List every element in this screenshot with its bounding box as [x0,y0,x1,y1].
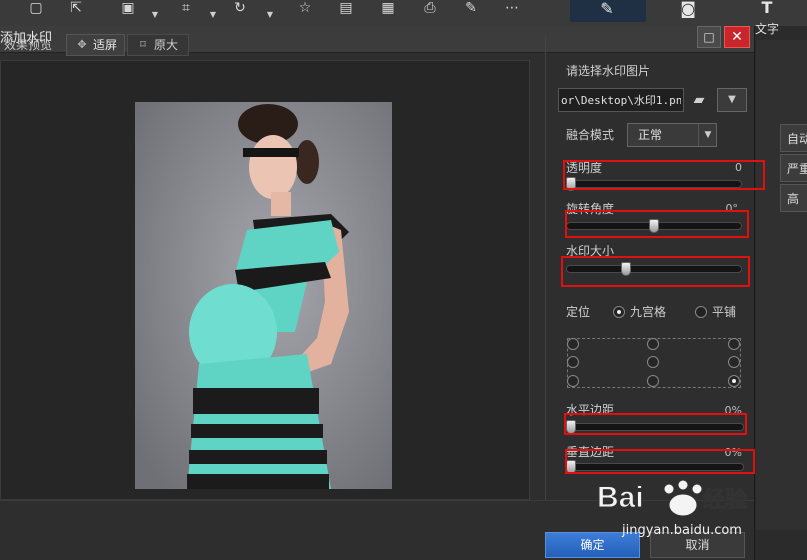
chevron-down-icon[interactable]: ▼ [151,11,159,19]
preview-label: 效果预览 [4,38,53,52]
grid-position-bottom-left[interactable] [567,375,579,387]
rotation-highlight [565,210,749,238]
original-size-button[interactable]: ⌑ 原大 [127,34,189,56]
chevron-down-icon[interactable]: ▼ [266,11,274,19]
star-icon[interactable]: ☆ [295,0,315,16]
camera-icon[interactable]: ◙ [672,0,704,18]
chevron-down-icon: ▼ [698,124,717,146]
baidu-logo-graphic: Bai 经验 [597,479,748,517]
grid-position-top-right[interactable] [728,338,740,350]
panel-divider [545,36,546,506]
history-dropdown-button[interactable]: ▼ [717,88,747,112]
more-icon[interactable]: ⋯ [502,0,522,16]
grid-position-top-left[interactable] [567,338,579,350]
save-icon[interactable]: ▢ [26,0,46,16]
fit-screen-icon: ✥ [77,38,87,51]
folder-icon[interactable]: ▰ [688,90,710,110]
grid-position-bottom-center[interactable] [647,375,659,387]
preview-photo [135,102,392,489]
grid-position-middle-center[interactable] [647,356,659,368]
vertical-margin-highlight [565,449,755,474]
close-button[interactable]: ✕ [724,26,750,48]
blend-mode-label: 融合模式 [566,128,615,142]
text-tool-icon[interactable]: T [756,0,778,16]
position-tile-radio[interactable] [695,306,707,318]
background-panel: 自动 严重 高 [756,40,807,530]
rotate-icon[interactable]: ↻ [230,0,250,16]
position-tile-label[interactable]: 平铺 [712,304,736,320]
edit-pen-icon[interactable]: ✎ [595,0,619,18]
severe-button[interactable]: 严重 [780,154,807,182]
svg-text:Bai: Bai [597,481,644,514]
maximize-button[interactable]: □ [697,26,721,48]
brush-icon[interactable]: ✎ [461,0,481,16]
print-icon[interactable]: ⎙ [420,0,440,16]
export-icon[interactable]: ⇱ [66,0,86,16]
blend-mode-select[interactable]: 正常 ▼ [627,123,717,147]
grid-position-top-center[interactable] [647,338,659,350]
high-button[interactable]: 高 [780,184,807,212]
horizontal-margin-highlight [564,413,747,435]
crop-icon[interactable]: ⌗ [176,0,196,16]
blend-mode-value: 正常 [638,128,663,142]
auto-button[interactable]: 自动 [780,124,807,152]
crop-frame-icon[interactable]: ▣ [118,0,138,16]
fit-screen-button[interactable]: ✥ 适屏 [66,34,125,56]
photo-illustration [135,102,392,489]
grid-position-middle-right[interactable] [728,356,740,368]
original-size-icon: ⌑ [140,38,146,51]
position-nine-label[interactable]: 九宫格 [630,304,666,320]
opacity-highlight [563,160,765,190]
baidu-watermark-logo: Bai 经验 [597,473,757,523]
grid-icon[interactable]: ▦ [378,0,398,16]
fit-screen-label: 适屏 [93,38,118,52]
original-size-label: 原大 [154,38,179,52]
position-label: 定位 [566,305,591,319]
grid-position-middle-left[interactable] [567,356,579,368]
watermark-path-input[interactable] [558,88,684,112]
frame-icon[interactable]: ▤ [336,0,356,16]
position-nine-radio[interactable] [613,306,625,318]
grid-position-bottom-right[interactable] [728,375,740,387]
chevron-down-icon[interactable]: ▼ [209,11,217,19]
choose-image-label: 请选择水印图片 [566,64,651,78]
size-highlight [561,256,750,287]
baidu-watermark-url: jingyan.baidu.com [622,523,742,538]
chevron-down-icon: ▼ [728,94,736,105]
svg-text:经验: 经验 [703,487,747,512]
text-tool-label[interactable]: 文字 [755,22,785,36]
